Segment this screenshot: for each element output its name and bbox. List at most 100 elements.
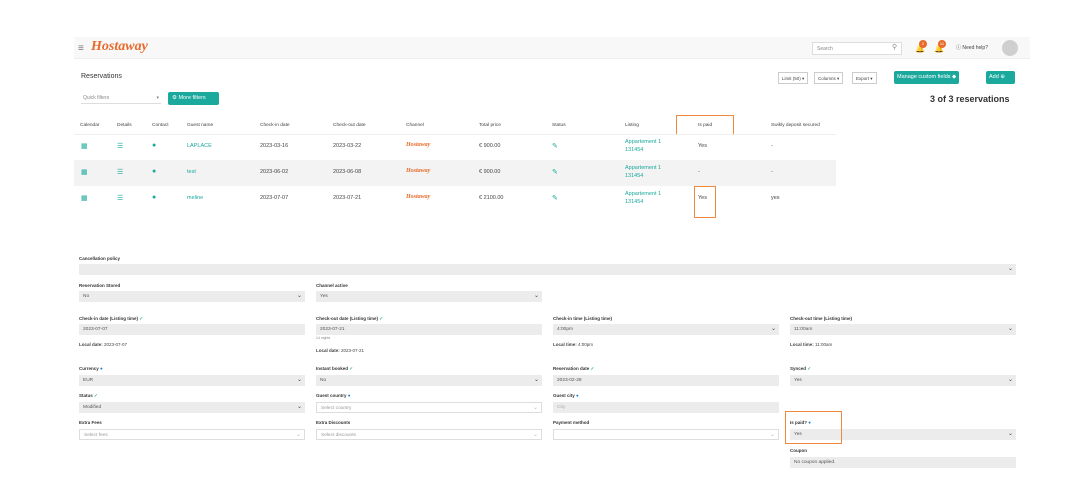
more-filters-button[interactable]: ⚙ More filters (168, 92, 219, 105)
search-input[interactable]: Search (812, 42, 902, 55)
swikly-value: - (771, 143, 773, 149)
calendar-icon[interactable]: ▦ (81, 142, 88, 150)
edit-icon[interactable]: ✎ (552, 142, 558, 150)
check-icon: ✓ (94, 393, 98, 398)
checkout-date-input[interactable]: 2023-07-21 (316, 324, 542, 335)
calendar-icon[interactable]: ▦ (81, 168, 88, 176)
edit-icon[interactable]: ✎ (552, 168, 558, 176)
search-icon[interactable]: ⚲ (892, 43, 897, 51)
reservation-date-input[interactable]: 2023-02-28 (553, 375, 779, 386)
listing-link[interactable]: Appartement 1 131454 (625, 190, 661, 206)
synced-select[interactable]: Yes ⌄ (790, 375, 1016, 386)
details-icon[interactable]: ☰ (117, 194, 123, 202)
chat-icon[interactable]: ● (152, 142, 156, 149)
channel-active-label: Channel active (316, 283, 348, 288)
menu-icon[interactable]: ≡ (78, 43, 84, 54)
swikly-value: yes (771, 195, 780, 201)
header-details[interactable]: Details (117, 123, 132, 128)
help-icon[interactable]: ● (100, 366, 103, 371)
help-icon[interactable]: ● (576, 393, 579, 398)
manage-custom-fields-button[interactable]: Manage custom fields ◆ (894, 71, 960, 84)
chevron-down-icon: ⌄ (1007, 431, 1013, 437)
header-calendar[interactable]: Calendar (80, 123, 99, 128)
highlight-box (694, 186, 716, 218)
checkout-time-select[interactable]: 11:00am ⌄ (790, 324, 1016, 335)
extra-fees-select[interactable]: Select fees ⌄ (79, 429, 305, 440)
quick-filters-select[interactable]: Quick filters ▾ (81, 93, 161, 104)
hostaway-logo[interactable]: Hostaway (91, 39, 148, 55)
status-label-text: Status (79, 393, 93, 398)
chat-icon[interactable]: ● (152, 194, 156, 201)
checkout-time-value: 11:00am (794, 327, 813, 332)
header-guest-name[interactable]: Guest name (187, 123, 213, 128)
guest-city-label-text: Guest city (553, 393, 575, 398)
extra-fees-placeholder: Select fees (84, 433, 108, 438)
listing-link[interactable]: Appartement 1 131454 (625, 164, 661, 180)
local-date-value: 2023-07-21 (341, 348, 365, 353)
details-icon[interactable]: ☰ (117, 142, 123, 150)
chevron-down-icon: ⌄ (295, 432, 301, 438)
status-label: Status ✓ (79, 393, 98, 399)
avatar[interactable] (1002, 40, 1018, 56)
diamond-icon: ◆ (952, 74, 957, 80)
cancellation-policy-select[interactable]: ⌄ (79, 264, 1016, 275)
chevron-down-icon: ⌄ (296, 404, 302, 410)
header-check-out[interactable]: Check-out date (333, 123, 366, 128)
calendar-icon[interactable]: ▦ (81, 194, 88, 202)
export-dropdown[interactable]: Export ▾ (852, 72, 877, 84)
extra-discounts-select[interactable]: Select discounts ⌄ (316, 429, 542, 440)
checkin-date-input[interactable]: 2023-07-07 (79, 324, 305, 335)
guest-name[interactable]: test (187, 169, 196, 175)
header-check-in[interactable]: Check-in date (260, 123, 290, 128)
reservation-date-label-text: Reservation date (553, 366, 590, 371)
currency-value: EUR (83, 378, 94, 383)
nights-count: 14 nights (316, 336, 331, 340)
payment-method-select[interactable]: ⌄ (553, 429, 779, 440)
chevron-down-icon: ⌄ (533, 377, 539, 383)
reservation-stored-select[interactable]: No ⌄ (79, 291, 305, 302)
listing-id: 131454 (625, 199, 644, 205)
checkin-date-label-text: Check-in date (Listing time) (79, 316, 139, 321)
status-select[interactable]: Modified ⌄ (79, 402, 305, 413)
details-icon[interactable]: ☰ (117, 168, 123, 176)
total-price: € 2100.00 (479, 195, 504, 201)
add-button[interactable]: Add ⊕ (986, 71, 1015, 84)
listing-id: 131454 (625, 173, 644, 179)
currency-select[interactable]: EUR ⌄ (79, 375, 305, 386)
channel-logo: Hostaway (406, 194, 431, 200)
columns-dropdown[interactable]: Columns ▾ (814, 72, 844, 84)
chevron-down-icon: ▾ (156, 95, 159, 101)
chat-icon[interactable]: ● (152, 168, 156, 175)
header-status[interactable]: Status (552, 123, 566, 128)
highlight-box (785, 411, 842, 444)
guest-country-select[interactable]: Select country ⌄ (316, 402, 542, 413)
listing-name: Appartement 1 (625, 139, 662, 145)
chevron-down-icon: ⌄ (533, 293, 539, 299)
payment-method-label: Payment method (553, 420, 590, 425)
channel-logo: Hostaway (406, 168, 431, 174)
guest-city-label: Guest city ● (553, 393, 579, 398)
reservation-stored-label: Reservation Stored (79, 283, 121, 288)
chevron-down-icon: ⌄ (769, 432, 775, 438)
page-title: Reservations (81, 73, 122, 80)
instant-booked-label-text: Instant booked (316, 366, 349, 371)
reservation-stored-value: No (83, 294, 90, 299)
limit-dropdown[interactable]: Limit (50) ▾ (778, 72, 809, 84)
check-icon: ✓ (807, 366, 812, 371)
header-channel[interactable]: Channel (406, 123, 424, 128)
header-total-price[interactable]: Total price (479, 123, 501, 128)
header-contact[interactable]: Contact (152, 123, 169, 128)
instant-booked-select[interactable]: No ⌄ (316, 375, 542, 386)
guest-name[interactable]: meline (187, 195, 203, 201)
currency-label: Currency ● (79, 366, 103, 371)
channel-active-select[interactable]: Yes ⌄ (316, 291, 542, 302)
need-help-link[interactable]: ⓘ Need help? (956, 44, 988, 51)
listing-link[interactable]: Appartement 1 131454 (625, 138, 661, 154)
help-icon[interactable]: ● (348, 393, 351, 398)
guest-name[interactable]: LAPLACE (187, 143, 212, 149)
header-listing[interactable]: Listing (625, 123, 639, 128)
guest-city-input[interactable]: City (553, 402, 779, 413)
edit-icon[interactable]: ✎ (552, 194, 558, 202)
header-swikly[interactable]: Swikly deposit secured (771, 123, 820, 128)
checkin-time-select[interactable]: 4:00pm ⌄ (553, 324, 779, 335)
